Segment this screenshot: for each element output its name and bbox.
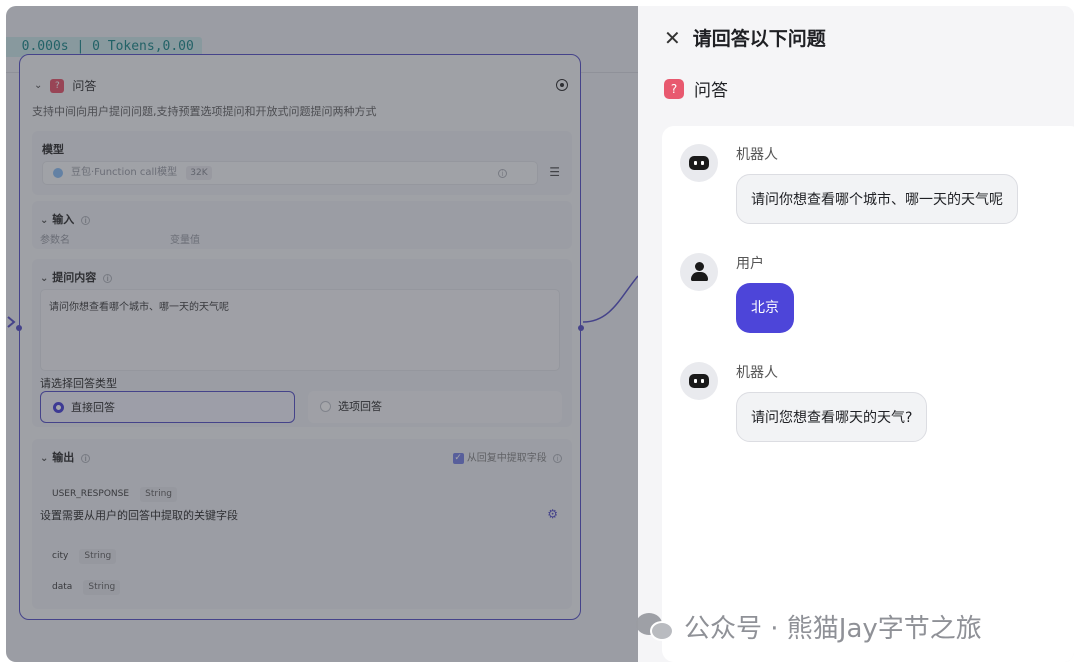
avatar (680, 144, 718, 182)
watermark: 公众号 · 熊猫Jay字节之旅 (636, 608, 982, 645)
avatar (680, 362, 718, 400)
wechat-icon (636, 611, 676, 643)
modal-overlay[interactable] (6, 6, 638, 662)
robot-icon (689, 156, 709, 170)
user-icon (695, 262, 704, 271)
app-window: 0.000s | 0 Tokens,0.00 ⌄ ? 问答 支持中间向用户提问问… (6, 6, 1074, 662)
drawer-subtitle: ? 问答 (664, 76, 728, 101)
chat-panel: 机器人 请问你想查看哪个城市、哪一天的天气呢 用户 北京 机器人 请问您想查看哪… (662, 126, 1074, 662)
message-bubble: 请问你想查看哪个城市、哪一天的天气呢 (736, 174, 1018, 224)
message-bubble: 北京 (736, 283, 794, 333)
robot-icon (689, 374, 709, 388)
close-icon[interactable]: ✕ (664, 28, 681, 48)
qa-drawer: ✕ 请回答以下问题 ? 问答 机器人 请问你想查看哪个城市、哪一天的天气呢 用户… (638, 6, 1074, 662)
qa-icon: ? (664, 78, 684, 99)
drawer-subtitle-label: 问答 (694, 81, 728, 101)
sender-name: 机器人 (736, 365, 778, 381)
watermark-text: 公众号 · 熊猫Jay字节之旅 (684, 614, 982, 644)
drawer-title: 请回答以下问题 (692, 28, 826, 50)
message-bubble: 请问您想查看哪天的天气? (736, 392, 928, 442)
workflow-canvas[interactable]: 0.000s | 0 Tokens,0.00 ⌄ ? 问答 支持中间向用户提问问… (6, 6, 638, 662)
user-icon-body (691, 272, 708, 281)
sender-name: 用户 (736, 256, 764, 272)
drawer-header: ✕ 请回答以下问题 (664, 24, 826, 51)
avatar (680, 253, 718, 291)
sender-name: 机器人 (736, 147, 778, 163)
